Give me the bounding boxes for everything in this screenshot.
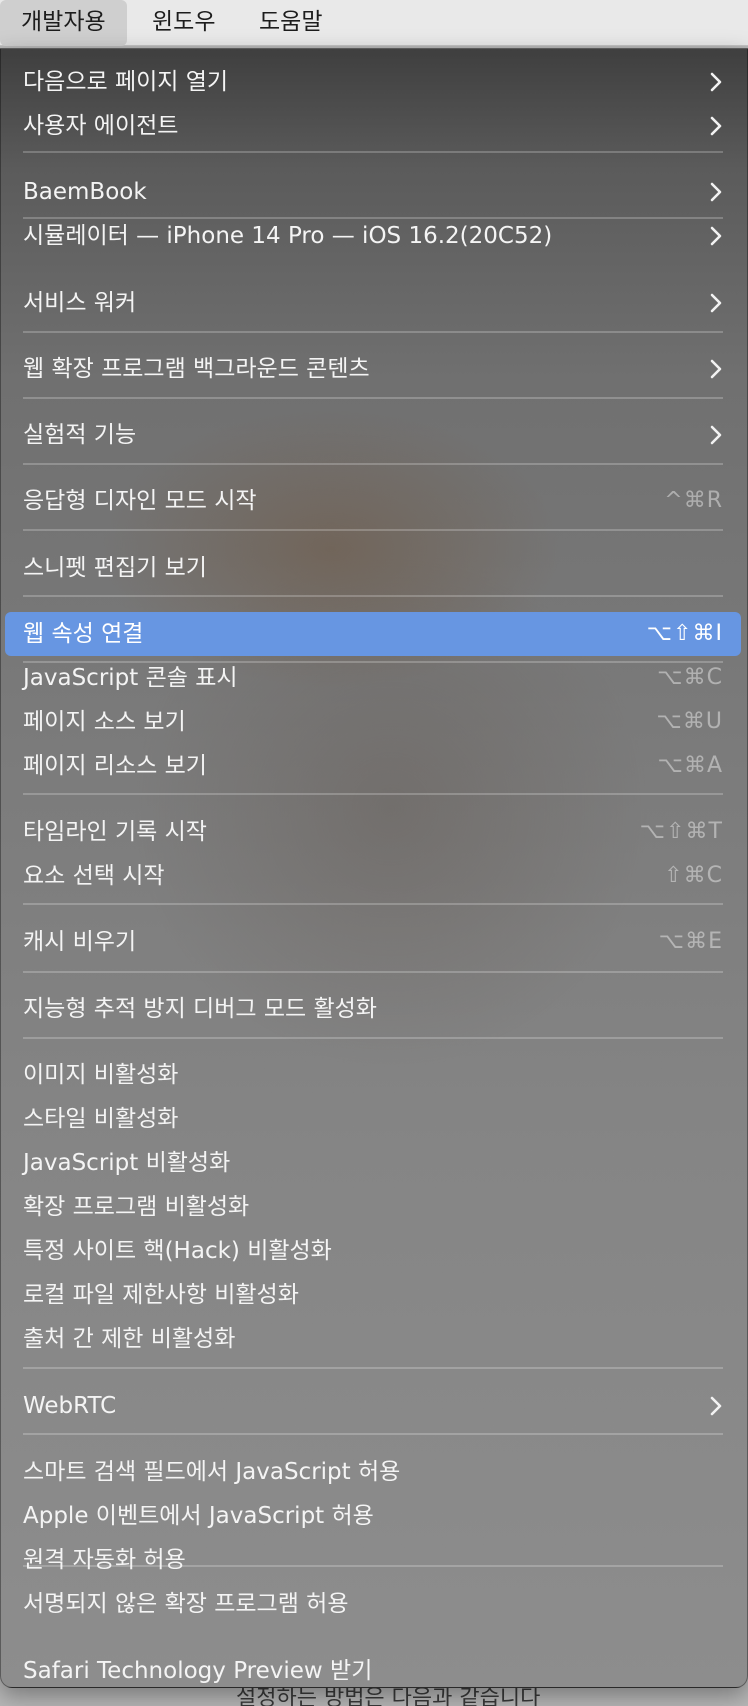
menu-item-web-extension-background[interactable]: 웹 확장 프로그램 백그라운드 콘텐츠 [1,347,747,391]
menu-item-label: 스니펫 편집기 보기 [23,555,207,581]
menu-item-label: 지능형 추적 방지 디버그 모드 활성화 [23,996,377,1022]
menu-item-label: 사용자 에이전트 [23,113,179,139]
menu-item-allow-remote-automation[interactable]: 원격 자동화 허용 [1,1538,747,1582]
menu-separator [23,529,723,531]
developer-menu: 다음으로 페이지 열기사용자 에이전트 BaemBook 시뮬레이터 — iPhon… [0,48,748,1688]
menu-item-shortcut: ⌥⌘C [657,665,723,690]
menu-item-shortcut: ⌥⌘U [656,709,723,734]
menu-item-label: 시뮬레이터 — iPhone 14 Pro — iOS 16.2(20C52) [23,223,553,249]
menu-item-label: 요소 선택 시작 [23,863,165,889]
menu-item-shortcut: ⌥⌘A [657,753,723,778]
menu-item-simulator-iphone14pro[interactable]: 시뮬레이터 — iPhone 14 Pro — iOS 16.2(20C52) [1,214,747,258]
menu-item-disable-cross-origin-restrictions[interactable]: 출처 간 제한 비활성화 [1,1317,747,1361]
menu-item-get-safari-technology-preview[interactable]: Safari Technology Preview 받기 [1,1649,747,1687]
menu-item-page-source[interactable]: 페이지 소스 보기 ⌥⌘U [1,700,747,744]
menu-separator [23,971,723,973]
menu-item-disable-javascript[interactable]: JavaScript 비활성화 [1,1141,747,1185]
menu-item-page-resources[interactable]: 페이지 리소스 보기 ⌥⌘A [1,744,747,788]
menu-item-label: 스마트 검색 필드에서 JavaScript 허용 [23,1459,401,1485]
menu-separator [23,1037,723,1039]
menu-item-label: 특정 사이트 핵(Hack) 비활성화 [23,1238,332,1264]
menu-item-label: WebRTC [23,1393,117,1419]
menu-item-label: 서비스 워커 [23,290,137,316]
chevron-right-icon [707,214,727,258]
menu-item-shortcut: ⌥⇧⌘I [646,621,723,646]
menu-item-disable-styles[interactable]: 스타일 비활성화 [1,1097,747,1141]
menu-item-timeline-recording[interactable]: 타임라인 기록 시작 ⌥⇧⌘T [1,810,747,854]
menu-item-label: BaemBook [23,179,147,205]
menu-item-user-agent[interactable]: 사용자 에이전트 [1,104,747,148]
menubar-help[interactable]: 도움말 [238,0,343,46]
menu-item-allow-js-apple-events[interactable]: Apple 이벤트에서 JavaScript 허용 [1,1494,747,1538]
menu-item-experimental-features[interactable]: 실험적 기능 [1,413,747,457]
menu-item-allow-js-smart-search[interactable]: 스마트 검색 필드에서 JavaScript 허용 [1,1450,747,1494]
menu-item-label: 서명되지 않은 확장 프로그램 허용 [23,1591,349,1617]
menu-item-disable-site-hacks[interactable]: 특정 사이트 핵(Hack) 비활성화 [1,1229,747,1273]
menu-separator [23,595,723,597]
menu-separator [23,463,723,465]
menu-item-label: Apple 이벤트에서 JavaScript 허용 [23,1503,374,1529]
menu-item-label: JavaScript 비활성화 [23,1150,231,1176]
menu-item-service-workers[interactable]: 서비스 워커 [1,281,747,325]
menu-item-shortcut: ⌥⌘E [658,929,723,954]
chevron-right-icon [707,170,727,214]
menu-item-open-page-with[interactable]: 다음으로 페이지 열기 [1,60,747,104]
menubar-window[interactable]: 윈도우 [131,0,236,46]
menu-item-disable-extensions[interactable]: 확장 프로그램 비활성화 [1,1185,747,1229]
menu-item-label: 타임라인 기록 시작 [23,819,207,845]
menu-item-empty-caches[interactable]: 캐시 비우기 ⌥⌘E [1,920,747,964]
menu-item-connect-web-inspector[interactable]: 웹 속성 연결 ⌥⇧⌘I [1,612,747,656]
menu-bar: 개발자용 윈도우 도움말 [0,0,748,46]
chevron-right-icon [707,1384,727,1428]
menu-item-label: JavaScript 콘솔 표시 [23,665,238,691]
chevron-right-icon [707,413,727,457]
menu-item-disable-local-file-restrictions[interactable]: 로컬 파일 제한사항 비활성화 [1,1273,747,1317]
menu-item-shortcut: ⇧⌘C [664,863,723,888]
menu-item-label: 확장 프로그램 비활성화 [23,1194,250,1220]
menu-separator [23,793,723,795]
chevron-right-icon [707,60,727,104]
menu-item-label: 원격 자동화 허용 [23,1547,186,1573]
menu-item-label: 페이지 소스 보기 [23,709,186,735]
menu-separator [23,331,723,333]
menu-item-label: 출처 간 제한 비활성화 [23,1326,236,1352]
menu-separator [23,1367,723,1369]
menu-item-webrtc[interactable]: WebRTC [1,1384,747,1428]
menu-item-shortcut: ^⌘R [664,488,723,513]
menu-item-itp-debug-mode[interactable]: 지능형 추적 방지 디버그 모드 활성화 [1,987,747,1031]
menu-item-responsive-design-mode[interactable]: 응답형 디자인 모드 시작 ^⌘R [1,479,747,523]
chevron-right-icon [707,104,727,148]
menu-item-label: 웹 확장 프로그램 백그라운드 콘텐츠 [23,356,370,382]
menu-item-label: 다음으로 페이지 열기 [23,69,229,95]
chevron-right-icon [707,281,727,325]
menu-item-javascript-console[interactable]: JavaScript 콘솔 표시 ⌥⌘C [1,656,747,700]
menu-item-label: 실험적 기능 [23,422,137,448]
menu-item-allow-unsigned-extensions[interactable]: 서명되지 않은 확장 프로그램 허용 [1,1582,747,1626]
menu-separator [23,151,723,153]
menu-item-label: 이미지 비활성화 [23,1062,179,1088]
menu-separator [23,903,723,905]
menu-item-baembook[interactable]: BaemBook [1,170,747,214]
menu-item-label: 페이지 리소스 보기 [23,753,207,779]
menu-item-label: 웹 속성 연결 [23,621,144,647]
menu-item-snippet-editor[interactable]: 스니펫 편집기 보기 [1,546,747,590]
menu-item-label: 로컬 파일 제한사항 비활성화 [23,1282,299,1308]
menu-item-label: 캐시 비우기 [23,929,137,955]
menu-item-label: 스타일 비활성화 [23,1106,179,1132]
chevron-right-icon [707,347,727,391]
menu-item-element-selection[interactable]: 요소 선택 시작 ⇧⌘C [1,854,747,898]
menubar-developer[interactable]: 개발자용 [0,0,127,46]
menu-item-label: Safari Technology Preview 받기 [23,1658,373,1684]
menu-separator [23,1433,723,1435]
menu-item-shortcut: ⌥⇧⌘T [639,819,723,844]
menu-separator [23,397,723,399]
menu-item-disable-images[interactable]: 이미지 비활성화 [1,1053,747,1097]
menu-item-label: 응답형 디자인 모드 시작 [23,488,257,514]
